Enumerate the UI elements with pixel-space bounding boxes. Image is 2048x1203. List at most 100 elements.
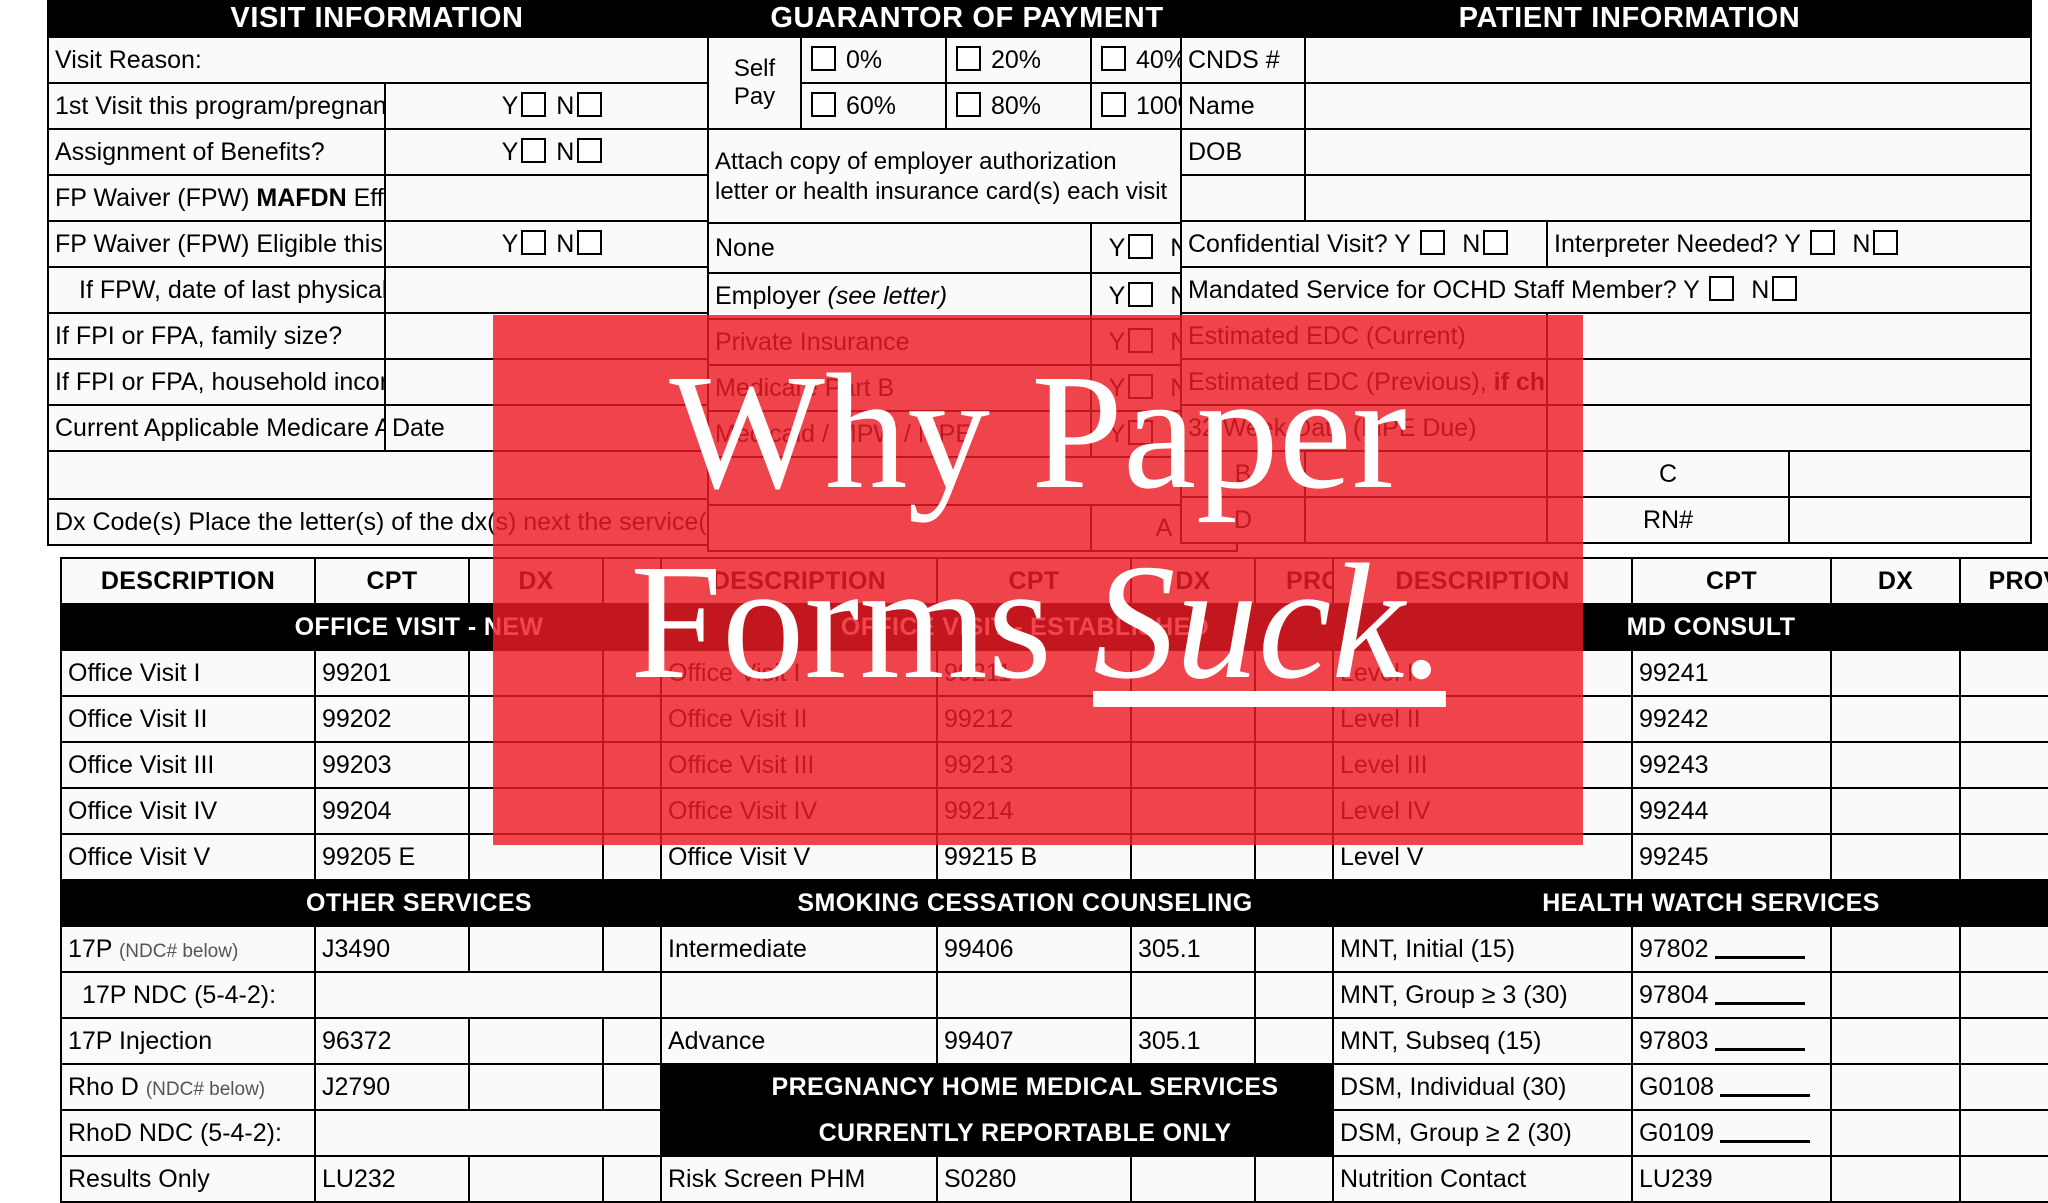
- checkbox-yes[interactable]: [1128, 234, 1154, 260]
- checkbox-no[interactable]: [577, 230, 603, 256]
- row-dx[interactable]: [1830, 787, 1961, 835]
- fill-in-line[interactable]: [1714, 1001, 1805, 1005]
- table-row: Private Insurance Y N: [707, 318, 1238, 366]
- row-dx[interactable]: [1830, 649, 1961, 697]
- checkbox-no[interactable]: [577, 92, 603, 118]
- row-prov[interactable]: [1959, 971, 2048, 1019]
- col-header-description: DESCRIPTION: [660, 557, 938, 605]
- first-visit-yn[interactable]: Y N: [384, 82, 723, 130]
- household-income-input[interactable]: [384, 358, 723, 406]
- patient-extra-input[interactable]: [1304, 174, 2032, 222]
- fpw-mafdn-input[interactable]: [384, 174, 723, 222]
- checkbox-yes[interactable]: [1810, 230, 1836, 256]
- row-dx[interactable]: [1830, 833, 1961, 881]
- checkbox-yes[interactable]: [521, 92, 547, 118]
- row-dx[interactable]: [468, 787, 604, 835]
- row-dx[interactable]: [468, 1017, 604, 1065]
- row-dx[interactable]: [1830, 695, 1961, 743]
- fpw-eligible-yn[interactable]: Y N: [384, 220, 723, 268]
- row-prov[interactable]: [1959, 1155, 2048, 1203]
- row-dx[interactable]: [1830, 741, 1961, 789]
- edc-previous-input[interactable]: [1546, 358, 2032, 406]
- checkbox-yes[interactable]: [521, 138, 547, 164]
- self-pay-80[interactable]: 80%: [945, 82, 1092, 130]
- checkbox-0-percent[interactable]: [811, 46, 836, 72]
- fpw-last-exam-input[interactable]: [384, 266, 723, 314]
- dx-letter-d-input[interactable]: [1304, 496, 1548, 544]
- row-dx[interactable]: [1130, 971, 1256, 1019]
- checkbox-yes[interactable]: [1420, 230, 1446, 256]
- checkbox-80-percent[interactable]: [956, 92, 981, 118]
- rn-number-input[interactable]: [1788, 496, 2032, 544]
- checkbox-no[interactable]: [1772, 276, 1798, 302]
- checkbox-60-percent[interactable]: [811, 92, 836, 118]
- checkbox-no[interactable]: [577, 138, 603, 164]
- row-prov[interactable]: [1959, 741, 2048, 789]
- fill-in-line[interactable]: [1714, 1047, 1805, 1051]
- row-prov[interactable]: [1959, 1109, 2048, 1157]
- checkbox-yes[interactable]: [1128, 328, 1154, 354]
- checkbox-100-percent[interactable]: [1101, 92, 1126, 118]
- row-prov[interactable]: [1959, 1063, 2048, 1111]
- row-dx[interactable]: [468, 1155, 604, 1203]
- row-dx[interactable]: [1130, 787, 1256, 835]
- row-dx[interactable]: [468, 833, 604, 881]
- row-dx[interactable]: [1830, 925, 1961, 973]
- row-dx[interactable]: [468, 649, 604, 697]
- edc-current-input[interactable]: [1546, 312, 2032, 360]
- row-dx[interactable]: [1130, 695, 1256, 743]
- dx-letter-c-input[interactable]: [1788, 450, 2032, 498]
- dx-letter-b-input[interactable]: [1304, 450, 1548, 498]
- checkbox-yes[interactable]: [1128, 282, 1154, 308]
- family-size-input[interactable]: [384, 312, 723, 360]
- row-cpt[interactable]: [936, 971, 1132, 1019]
- visit-info-blank-row[interactable]: [47, 450, 723, 500]
- row-dx[interactable]: [1830, 971, 1961, 1019]
- row-dx[interactable]: [1130, 741, 1256, 789]
- mandated-service[interactable]: Mandated Service for OCHD Staff Member? …: [1180, 266, 2032, 314]
- row-dx[interactable]: [1130, 649, 1256, 697]
- row-dx[interactable]: [468, 1063, 604, 1111]
- row-prov[interactable]: [1959, 695, 2048, 743]
- service-table-right: DESCRIPTION CPT DX PROV MD CONSULT Level…: [1332, 557, 2048, 1203]
- row-dx[interactable]: [1830, 1017, 1961, 1065]
- fill-in-line[interactable]: [1714, 955, 1805, 959]
- row-prov[interactable]: [1959, 787, 2048, 835]
- guarantor-blank-row[interactable]: [707, 456, 1238, 506]
- row-prov[interactable]: [1959, 1017, 2048, 1065]
- row-dx[interactable]: [1130, 833, 1256, 881]
- fill-in-line[interactable]: [1720, 1139, 1811, 1143]
- week32-input[interactable]: [1546, 404, 2032, 452]
- row-prov[interactable]: [1959, 649, 2048, 697]
- self-pay-60[interactable]: 60%: [800, 82, 947, 130]
- assignment-benefits-yn[interactable]: Y N: [384, 128, 723, 176]
- checkbox-40-percent[interactable]: [1101, 46, 1126, 72]
- row-dx[interactable]: [468, 695, 604, 743]
- row-dx[interactable]: [1830, 1109, 1961, 1157]
- row-dx[interactable]: [1830, 1063, 1961, 1111]
- row-prov[interactable]: [1959, 833, 2048, 881]
- checkbox-no[interactable]: [1873, 230, 1899, 256]
- fill-in-line[interactable]: [1720, 1093, 1811, 1097]
- cnds-input[interactable]: [1304, 36, 2032, 84]
- checkbox-yes[interactable]: [1709, 276, 1735, 302]
- interpreter-needed[interactable]: Interpreter Needed? Y N: [1546, 220, 2032, 268]
- medicare-abn-date[interactable]: Date: [384, 404, 723, 452]
- row-dx[interactable]: [468, 925, 604, 973]
- checkbox-yes[interactable]: [521, 230, 547, 256]
- row-dx[interactable]: [1130, 1155, 1256, 1203]
- self-pay-0[interactable]: 0%: [800, 36, 947, 84]
- confidential-visit[interactable]: Confidential Visit? Y N: [1180, 220, 1548, 268]
- row-dx[interactable]: [468, 741, 604, 789]
- self-pay-20[interactable]: 20%: [945, 36, 1092, 84]
- checkbox-yes[interactable]: [1128, 420, 1154, 446]
- row-dx[interactable]: [1830, 1155, 1961, 1203]
- name-input[interactable]: [1304, 82, 2032, 130]
- checkbox-20-percent[interactable]: [956, 46, 981, 72]
- checkbox-no[interactable]: [1483, 230, 1509, 256]
- dob-input[interactable]: [1304, 128, 2032, 176]
- checkbox-yes[interactable]: [1128, 374, 1154, 400]
- visit-reason-label: Visit Reason:: [47, 36, 723, 84]
- row-prov[interactable]: [1959, 925, 2048, 973]
- row-dx: 305.1: [1130, 925, 1256, 973]
